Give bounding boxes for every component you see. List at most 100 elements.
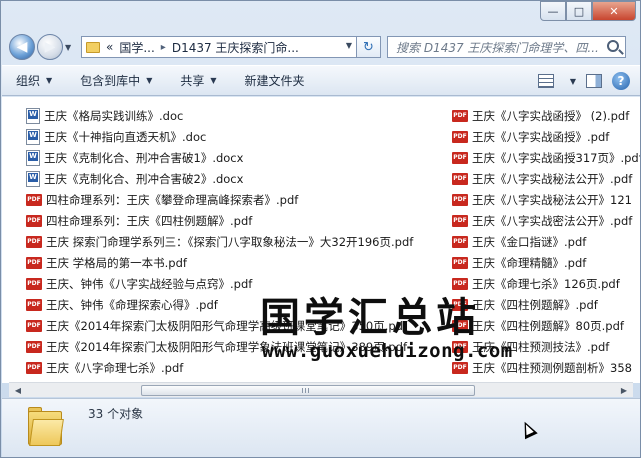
file-item[interactable]: PDF 王庆《命理七杀》126页.pdf [452,273,640,294]
pdf-icon: PDF [452,109,468,122]
word-doc-icon [26,107,40,124]
pdf-icon: PDF [26,277,42,290]
file-item[interactable]: PDF 王庆《八字实战函授317页》.pdf [452,147,640,168]
address-dropdown-icon[interactable]: ▼ [346,41,352,50]
search-placeholder: 搜索 D1437 王庆探索门命理学、四... [396,40,599,55]
word-doc-icon [26,128,40,145]
file-name: 王庆《八字实战秘法公开》121 [472,192,632,207]
file-list: 王庆《格局实践训练》.doc 王庆《十神指向直透天机》.doc 王庆《克制化合、… [2,97,640,383]
pdf-icon: PDF [452,151,468,164]
view-dropdown-icon[interactable]: ▼ [570,77,576,86]
file-item[interactable]: 王庆《格局实践训练》.doc [26,105,446,126]
file-name: 王庆《八字实战函授》 (2).pdf [472,108,630,123]
file-name: 王庆《四柱例题解》80页.pdf [472,318,624,333]
file-name: 王庆《八字实战函授317页》.pdf [472,150,640,165]
folder-icon [86,41,100,53]
file-item[interactable]: PDF 王庆《八字实战函授》.pdf [452,126,640,147]
breadcrumb-separator[interactable]: ▸ [161,42,166,53]
file-item[interactable]: PDF 王庆《四柱例题解》80页.pdf [452,315,640,336]
file-item[interactable]: PDF 王庆 学格局的第一本书.pdf [26,252,446,273]
chevron-down-icon: ▼ [46,76,53,85]
pdf-icon: PDF [452,256,468,269]
file-name: 王庆、钟伟《命理探索心得》.pdf [46,297,218,312]
file-item[interactable]: PDF 王庆《八字实战秘法公开》.pdf [452,168,640,189]
horizontal-scrollbar[interactable]: ◀ ▶ [9,382,633,397]
share-button[interactable]: 共享 ▼ [180,72,216,89]
file-item[interactable]: 王庆《十神指向直透天机》.doc [26,126,446,147]
file-item[interactable]: PDF 王庆《金口指谜》.pdf [452,231,640,252]
address-bar[interactable]: « 国学... ▸ D1437 王庆探索门命... ▼ [81,36,357,58]
file-name: 王庆《八字实战密法公开》.pdf [472,213,633,228]
watermark-url: www.guoxuehuizong.com [262,340,513,362]
file-item[interactable]: PDF 王庆《四柱例题解》.pdf [452,294,640,315]
scrollbar-thumb[interactable] [141,385,475,396]
file-name: 王庆《八字命理七杀》.pdf [46,360,184,375]
file-item[interactable]: PDF 王庆《八字实战密法公开》.pdf [452,210,640,231]
item-count: 33 个对象 [88,407,144,421]
file-name: 王庆《八字实战函授》.pdf [472,129,610,144]
pdf-icon: PDF [26,214,42,227]
forward-button[interactable]: ▶ [37,34,63,60]
pdf-icon: PDF [452,235,468,248]
preview-pane-icon[interactable] [586,74,602,88]
file-name: 王庆《命理精髓》.pdf [472,255,587,270]
file-name: 王庆《克制化合、刑冲合害破2》.docx [44,171,244,186]
breadcrumb-chevron[interactable]: « [106,40,113,54]
refresh-button[interactable]: ↻ [357,36,381,58]
breadcrumb-item[interactable]: 国学... [119,39,154,56]
file-item[interactable]: 王庆《克制化合、刑冲合害破2》.docx [26,168,446,189]
minimize-button[interactable]: — [540,1,566,21]
file-name: 王庆、钟伟《八字实战经验与点窍》.pdf [46,276,253,291]
file-item[interactable]: PDF 四柱命理系列：王庆《攀登命理高峰探索者》.pdf [26,189,446,210]
word-doc-icon [26,149,40,166]
pdf-icon: PDF [26,256,42,269]
pdf-icon: PDF [26,298,42,311]
search-icon[interactable] [607,40,619,52]
change-view-icon[interactable] [537,74,554,88]
pdf-icon: PDF [452,214,468,227]
file-name: 王庆 学格局的第一本书.pdf [46,255,187,270]
file-name: 王庆《金口指谜》.pdf [472,234,587,249]
file-item[interactable]: PDF 王庆《八字实战函授》 (2).pdf [452,105,640,126]
pdf-icon: PDF [452,130,468,143]
caption-buttons: — □ ✕ [540,1,636,23]
share-label: 共享 [180,74,205,88]
close-button[interactable]: ✕ [592,1,636,21]
file-name: 四柱命理系列：王庆《四柱例题解》.pdf [46,213,253,228]
file-item[interactable]: PDF 王庆 探索门命理学系列三：《探索门八字取象秘法一》大32开196页.pdf [26,231,446,252]
toolbar-right: ▼ ? [537,72,630,90]
recent-pages-dropdown[interactable]: ▼ [65,43,75,52]
file-name: 四柱命理系列：王庆《攀登命理高峰探索者》.pdf [46,192,299,207]
pdf-icon: PDF [26,340,42,353]
new-folder-button[interactable]: 新建文件夹 [245,72,305,89]
details-pane: 33 个对象 [2,398,640,457]
search-input[interactable]: 搜索 D1437 王庆探索门命理学、四... [387,36,626,58]
new-folder-label: 新建文件夹 [244,74,305,88]
watermark-title: 国学汇总站 [260,295,480,341]
file-item[interactable]: 王庆《克制化合、刑冲合害破1》.docx [26,147,446,168]
pdf-icon: PDF [452,361,468,374]
file-name: 王庆《命理七杀》126页.pdf [472,276,620,291]
back-button[interactable]: ◀ [9,34,35,60]
file-item[interactable]: PDF 王庆《命理精髓》.pdf [452,252,640,273]
explorer-window: — □ ✕ ◀ ▶ ▼ « 国学... ▸ D1437 王庆探索门命... ▼ … [0,0,641,458]
pdf-icon: PDF [26,361,42,374]
file-item[interactable]: PDF 王庆《八字实战秘法公开》121 [452,189,640,210]
file-item[interactable]: PDF 四柱命理系列：王庆《四柱例题解》.pdf [26,210,446,231]
chevron-down-icon: ▼ [146,76,153,85]
chevron-down-icon: ▼ [210,76,217,85]
organize-label: 组织 [16,74,41,88]
breadcrumb-item[interactable]: D1437 王庆探索门命... [172,39,299,56]
scroll-left-icon[interactable]: ◀ [11,385,25,396]
help-icon[interactable]: ? [612,72,630,90]
maximize-button[interactable]: □ [566,1,592,21]
scroll-right-icon[interactable]: ▶ [617,385,631,396]
file-name: 王庆《八字实战秘法公开》.pdf [472,171,633,186]
include-in-library-button[interactable]: 包含到库中 ▼ [80,72,152,89]
file-name: 王庆《十神指向直透天机》.doc [44,129,207,144]
organize-button[interactable]: 组织 ▼ [16,72,52,89]
address-row: ◀ ▶ ▼ « 国学... ▸ D1437 王庆探索门命... ▼ ↻ 搜索 D… [9,33,634,61]
file-column-2: PDF 王庆《八字实战函授》 (2).pdf PDF 王庆《八字实战函授》.pdf … [452,105,640,378]
word-doc-icon [26,170,40,187]
folder-icon [28,407,64,447]
